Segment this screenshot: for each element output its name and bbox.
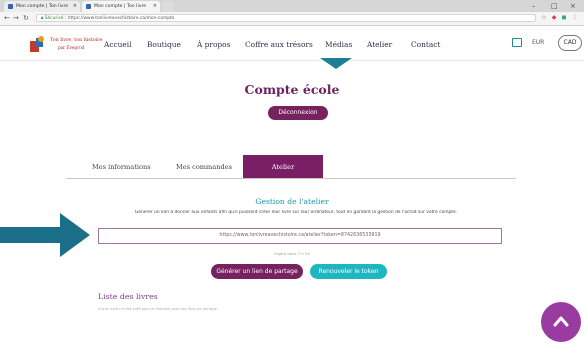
currency-selector[interactable]: EUR: [532, 39, 544, 46]
reload-icon[interactable]: ↻: [23, 13, 29, 24]
back-icon[interactable]: ←: [4, 13, 10, 24]
favicon-icon: [86, 4, 91, 9]
page-title: Compte école: [244, 82, 340, 97]
extension-icon[interactable]: ◼: [561, 14, 567, 21]
tab-mes-commandes[interactable]: Mes commandes: [176, 163, 232, 171]
tab-atelier[interactable]: Atelier: [243, 155, 323, 179]
scroll-to-top-button[interactable]: [541, 302, 581, 342]
address-bar-row: ← → ↻ 🔒︎ Sécurisé | https://www.tonlivre…: [0, 12, 584, 26]
tab-mes-informations[interactable]: Mes informations: [92, 163, 151, 171]
tabs-divider: [66, 178, 516, 179]
close-tab-icon[interactable]: ×: [73, 1, 77, 12]
new-tab-button[interactable]: [162, 1, 174, 12]
menu-item-contact[interactable]: Contact: [411, 40, 440, 49]
chevron-up-icon: [553, 316, 569, 327]
close-tab-icon[interactable]: ×: [153, 1, 157, 12]
browser-menu-icon[interactable]: ⋮: [572, 14, 578, 21]
close-window-icon[interactable]: ×: [570, 0, 576, 12]
forward-icon[interactable]: →: [13, 13, 19, 24]
menu-item-atelier[interactable]: Atelier: [367, 40, 392, 49]
active-menu-indicator: [320, 58, 352, 69]
workshop-description: Générer un lien à donner aux enfants afi…: [134, 210, 458, 215]
share-link-field[interactable]: https://www.tonlivreavechistoire.ca/atel…: [98, 228, 502, 244]
bookmark-star-icon[interactable]: ☆: [541, 14, 547, 21]
site-logo[interactable]: Ton livre, ton histoire par Éveprod: [28, 35, 102, 57]
cart-icon[interactable]: [512, 38, 522, 47]
token-expiry-text: Expire dans 7 h 34: [274, 251, 310, 256]
minimize-icon[interactable]: –: [532, 0, 536, 12]
favicon-icon: [8, 4, 13, 9]
url-input[interactable]: 🔒︎ Sécurisé | https://www.tonlivreavechi…: [36, 14, 536, 22]
books-heading: Liste des livres: [98, 292, 158, 301]
extension-icon[interactable]: ◆: [551, 14, 557, 21]
account-button[interactable]: CAD: [558, 35, 582, 51]
browser-tab-2[interactable]: Mon compte | Ton livre ×: [82, 1, 160, 12]
books-empty-text: Aucun livre n'a été créé pour le moment …: [98, 307, 219, 311]
logout-button[interactable]: Déconnexion: [268, 106, 328, 120]
site-header: Ton livre, ton histoire par Éveprod Accu…: [0, 26, 584, 61]
renew-token-button[interactable]: Renouveler le token: [310, 264, 387, 279]
browser-tab-bar: Mon compte | Ton livre × Mon compte | To…: [0, 0, 584, 12]
menu-item-a-propos[interactable]: À propos: [197, 40, 230, 49]
menu-item-coffre[interactable]: Coffre aux trésors: [245, 40, 313, 49]
generate-link-button[interactable]: Générer un lien de partage: [211, 264, 303, 279]
menu-item-accueil[interactable]: Accueil: [104, 40, 131, 49]
maximize-icon[interactable]: □: [551, 0, 558, 12]
annotation-arrow-icon: [0, 213, 90, 257]
workshop-heading: Gestion de l'atelier: [255, 197, 329, 206]
browser-tab-1[interactable]: Mon compte | Ton livre ×: [4, 1, 80, 12]
menu-item-medias[interactable]: Médias: [325, 40, 352, 49]
menu-item-boutique[interactable]: Boutique: [147, 40, 181, 49]
browser-window: Mon compte | Ton livre × Mon compte | To…: [0, 0, 584, 347]
logo-illustration-icon: [30, 36, 44, 52]
